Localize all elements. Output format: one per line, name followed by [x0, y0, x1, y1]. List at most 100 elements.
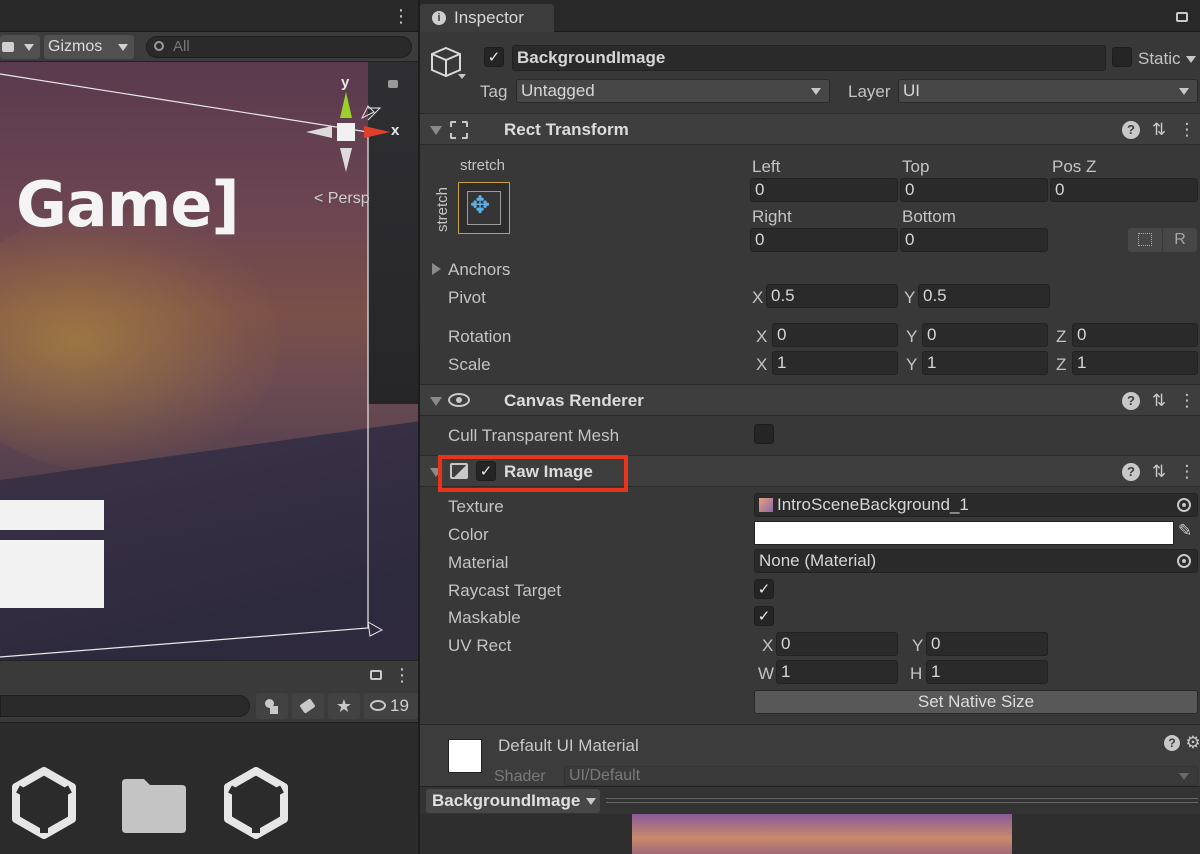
uv-w-label: W	[758, 664, 775, 683]
rotation-z-label: Z	[1056, 327, 1067, 346]
gameobject-name-field[interactable]: BackgroundImage	[512, 45, 1106, 71]
layer-dropdown[interactable]: UI	[898, 79, 1198, 103]
preset-settings-icon[interactable]: ⇅	[1150, 120, 1168, 140]
chevron-down-icon	[586, 798, 596, 805]
chevron-down-icon[interactable]	[1186, 56, 1196, 63]
lock-icon[interactable]	[388, 80, 398, 88]
uv-w-field[interactable]: 1	[776, 660, 898, 684]
inspector-tab-bar: i Inspector	[420, 0, 1200, 32]
cull-transparent-mesh-label: Cull Transparent Mesh	[448, 426, 620, 445]
more-icon[interactable]: ⋮	[1178, 462, 1196, 482]
shader-dropdown[interactable]: UI/Default	[564, 766, 1198, 786]
foldout-arrow-icon	[430, 126, 442, 135]
anchors-label[interactable]: Anchors	[448, 260, 510, 280]
cull-transparent-mesh-checkbox[interactable]	[754, 424, 774, 444]
gear-icon[interactable]: ⚙	[1184, 733, 1200, 753]
more-icon[interactable]: ⋮	[1178, 391, 1196, 411]
preview-object-dropdown[interactable]: BackgroundImage	[426, 789, 600, 813]
left-field[interactable]: 0	[750, 178, 898, 202]
right-field[interactable]: 0	[750, 228, 898, 252]
top-field[interactable]: 0	[900, 178, 1048, 202]
camera-button[interactable]	[0, 35, 40, 59]
perspective-label[interactable]: < Persp	[314, 190, 370, 208]
filter-by-type-button[interactable]	[256, 693, 288, 719]
lock-icon[interactable]	[1176, 12, 1188, 22]
uv-h-field[interactable]: 1	[926, 660, 1048, 684]
tab-inspector-label: Inspector	[454, 8, 524, 27]
posz-field[interactable]: 0	[1050, 178, 1198, 202]
scale-x-field[interactable]: 1	[772, 351, 898, 375]
scene-search-field[interactable]: All	[146, 36, 412, 58]
anchor-preset-side-label: stretch	[434, 186, 451, 232]
blueprint-mode-button[interactable]	[1128, 228, 1162, 252]
gizmos-button[interactable]: Gizmos	[44, 35, 134, 59]
scale-x-label: X	[756, 355, 768, 374]
uv-y-field[interactable]: 0	[926, 632, 1048, 656]
preview-title: BackgroundImage	[432, 791, 581, 810]
scale-z-field[interactable]: 1	[1072, 351, 1198, 375]
static-checkbox[interactable]	[1112, 47, 1132, 67]
chevron-down-icon	[811, 88, 821, 95]
pivot-y-field[interactable]: 0.5	[918, 284, 1050, 308]
rotation-y-field[interactable]: 0	[922, 323, 1048, 347]
canvas-renderer-header[interactable]: Canvas Renderer ? ⇅ ⋮	[420, 384, 1200, 416]
scale-y-field[interactable]: 1	[922, 351, 1048, 375]
more-icon[interactable]: ⋮	[1178, 120, 1196, 140]
raycast-target-label: Raycast Target	[448, 581, 562, 600]
uv-x-field[interactable]: 0	[776, 632, 898, 656]
favorites-button[interactable]: ★	[328, 693, 360, 719]
move-arrows-icon: ✥	[470, 192, 491, 219]
gizmo-y-label: y	[341, 74, 350, 91]
foldout-arrow-icon	[430, 397, 442, 406]
more-icon[interactable]: ⋮	[392, 6, 410, 27]
more-icon[interactable]: ⋮	[393, 665, 411, 686]
hidden-count: 19	[390, 696, 409, 715]
hidden-packages-button[interactable]: 19	[364, 693, 418, 719]
eyedropper-icon[interactable]: ✎	[1178, 521, 1192, 541]
maskable-checkbox[interactable]: ✓	[754, 606, 774, 626]
scale-label: Scale	[448, 355, 491, 374]
preset-settings-icon[interactable]: ⇅	[1150, 462, 1168, 482]
help-icon[interactable]: ?	[1122, 463, 1140, 481]
rect-transform-icon	[450, 121, 468, 139]
gameobject-active-checkbox[interactable]: ✓	[484, 47, 504, 67]
tab-inspector[interactable]: i Inspector	[420, 4, 554, 32]
help-icon[interactable]: ?	[1122, 392, 1140, 410]
project-search-input[interactable]	[0, 695, 250, 717]
raw-edit-mode-button[interactable]: R	[1163, 228, 1197, 252]
folder-icon[interactable]	[120, 775, 188, 835]
rect-transform-header[interactable]: Rect Transform ? ⇅ ⋮	[420, 113, 1200, 145]
rotation-x-field[interactable]: 0	[772, 323, 898, 347]
foldout-arrow-icon[interactable]	[432, 263, 441, 275]
help-icon[interactable]: ?	[1164, 735, 1180, 751]
raycast-target-checkbox[interactable]: ✓	[754, 579, 774, 599]
material-label: Material	[448, 553, 509, 572]
bottom-field[interactable]: 0	[900, 228, 1048, 252]
pivot-x-field[interactable]: 0.5	[766, 284, 898, 308]
posz-label: Pos Z	[1052, 157, 1097, 176]
object-picker-icon[interactable]	[1177, 498, 1191, 512]
unity-scene-icon[interactable]	[222, 767, 290, 839]
preset-settings-icon[interactable]: ⇅	[1150, 391, 1168, 411]
scene-viewport[interactable]: Game] < Persp y x	[0, 62, 418, 660]
tag-dropdown[interactable]: Untagged	[516, 79, 830, 103]
scene-tab-strip: ⋮	[0, 0, 418, 32]
pivot-x-label: X	[752, 288, 764, 307]
rotation-z-field[interactable]: 0	[1072, 323, 1198, 347]
texture-label: Texture	[448, 497, 504, 516]
preview-header: BackgroundImage	[420, 786, 1200, 814]
texture-field[interactable]: IntroSceneBackground_1	[754, 493, 1198, 517]
scene-title-text: Game]	[16, 168, 240, 241]
object-picker-icon[interactable]	[1177, 554, 1191, 568]
filter-by-label-button[interactable]	[292, 693, 324, 719]
set-native-size-button[interactable]: Set Native Size	[754, 690, 1198, 714]
anchor-presets-button[interactable]: ✥	[458, 182, 510, 234]
color-swatch-field[interactable]	[754, 521, 1174, 545]
lock-icon[interactable]	[370, 670, 382, 680]
help-icon[interactable]: ?	[1122, 121, 1140, 139]
static-label[interactable]: Static	[1138, 49, 1181, 69]
preview-resize-handle[interactable]	[606, 798, 1198, 803]
unity-scene-icon[interactable]	[10, 767, 78, 839]
material-field[interactable]: None (Material)	[754, 549, 1198, 573]
scene-white-bar	[0, 500, 104, 530]
